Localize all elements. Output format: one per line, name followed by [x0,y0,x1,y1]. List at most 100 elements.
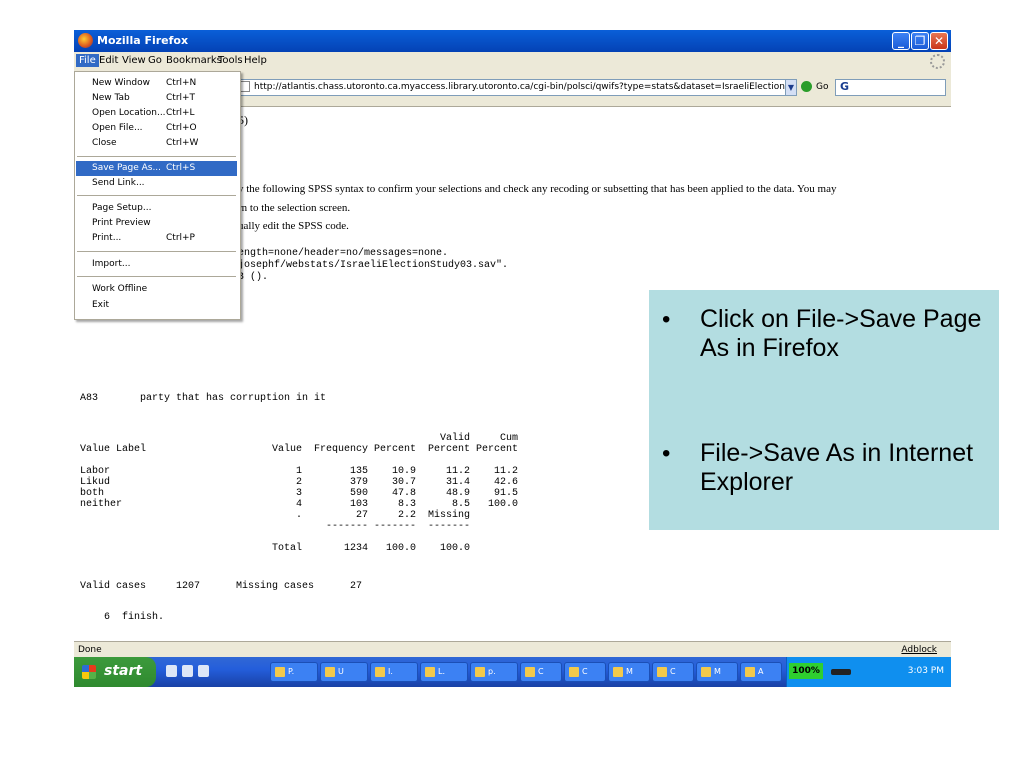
taskbar-button[interactable]: A [740,662,782,682]
menu-item-label: New Window [92,78,150,88]
table-cell: neither [80,499,123,510]
menu-item-page-setup[interactable]: Page Setup... [76,201,237,216]
app-icon [525,666,535,677]
adblock-link[interactable]: Adblock [901,645,937,655]
menu-item-close[interactable]: Close Ctrl+W [76,136,237,151]
taskbar-button[interactable]: I. [370,662,418,682]
taskbar-button-label: U [338,667,344,676]
table-cell: 3 [295,488,302,499]
menu-item-print[interactable]: Print... Ctrl+P [76,231,237,246]
windows-logo-icon [82,665,96,679]
table-row: both 3 590 47.8 48.9 91.5 [80,488,518,499]
table-cell: 100.0 [385,543,416,554]
menu-item-label: Save Page As... [92,163,162,173]
go-button[interactable]: Go [801,79,828,96]
taskbar-button[interactable]: P. [270,662,318,682]
header-row-2: Value Label Value Frequency Percent Perc… [80,444,518,455]
table-row: . 27 2.2 Missing [80,510,518,521]
menu-item-print-preview[interactable]: Print Preview [76,216,237,231]
quicklaunch-media-icon[interactable] [198,665,209,677]
search-input[interactable]: G [835,79,946,96]
url-dropdown-button[interactable]: ▼ [785,79,797,96]
table-cell: 11.2 [493,466,518,477]
menu-item-label: Print Preview [92,218,151,228]
page-icon [240,81,250,92]
menu-item-label: Print... [92,233,122,243]
menu-item-import[interactable]: Import... [76,257,237,272]
instruction-callout: Click on File->Save Page As in Firefox F… [649,290,999,530]
menu-item-exit[interactable]: Exit [76,298,237,313]
minimize-button[interactable]: _ [892,32,910,50]
header-cell: Percent [475,444,518,455]
url-text: http://atlantis.chass.utoronto.ca.myacce… [254,82,795,92]
intro-line-3: ually edit the SPSS code. [238,220,349,232]
maximize-button[interactable]: ❐ [911,32,929,50]
table-cell: 103 [349,499,368,510]
title-bar: Mozilla Firefox _ ❐ ✕ [74,30,951,52]
table-cell: 8.5 [451,499,470,510]
table-cell: ------- [325,521,368,532]
menu-item-open-file[interactable]: Open File... Ctrl+O [76,121,237,136]
syntax-line-2: josephf/webstats/IsraeliElectionStudy03.… [238,260,509,271]
table-cell: 1234 [343,543,368,554]
table-cell [470,543,518,554]
app-icon [375,666,385,677]
header-cell: Value Label [80,444,147,455]
table-cell: . [295,510,302,521]
menu-item-label: Close [92,138,117,148]
taskbar-button[interactable]: C [652,662,694,682]
taskbar-button[interactable]: C [564,662,606,682]
menu-item-new-tab[interactable]: New Tab Ctrl+T [76,91,237,106]
quicklaunch-browser-icon[interactable] [166,665,177,677]
menu-item-work-offline[interactable]: Work Offline [76,282,237,297]
header-cell [302,433,368,444]
frequency-table: Valid Cum Value Label Value Frequency Pe… [80,433,518,554]
header-cell: Frequency [313,444,368,455]
header-cell: Percent [427,444,470,455]
url-bar[interactable]: http://atlantis.chass.utoronto.ca.myacce… [235,79,795,96]
taskbar-button-firefox[interactable]: M [608,662,650,682]
menu-item-send-link[interactable]: Send Link... [76,176,237,191]
table-cell: Labor [80,466,111,477]
menu-item-shortcut: Ctrl+O [166,123,197,133]
taskbar-button[interactable]: M [696,662,738,682]
menu-item-new-window[interactable]: New Window Ctrl+N [76,76,237,91]
menu-item-label: Page Setup... [92,203,152,213]
spacer-row [80,532,518,543]
table-cell: 590 [349,488,368,499]
taskbar-button[interactable]: C [520,662,562,682]
taskbar-button[interactable]: L. [420,662,468,682]
table-cell [470,521,518,532]
file-menu-dropdown: New Window Ctrl+N New Tab Ctrl+T Open Loca… [74,71,241,320]
close-button[interactable]: ✕ [930,32,948,50]
table-cell: both [80,488,105,499]
start-button[interactable]: start [74,657,156,687]
menu-item-label: New Tab [92,93,130,103]
status-bar: Done Adblock [74,641,951,658]
menu-item-save-page-as[interactable]: Save Page As... Ctrl+S [76,161,237,176]
taskbar-button[interactable]: U [320,662,368,682]
battery-indicator[interactable]: 100% [789,663,823,679]
clock: 3:03 PM [907,666,944,676]
status-text: Done [78,645,102,655]
menu-bar: File Edit View Go Bookmarks Tools Help [74,52,951,70]
table-cell [80,521,260,532]
finish-line: 6 finish. [104,612,165,623]
callout-bullet: File->Save As in Internet Explorer [662,439,990,497]
menu-go[interactable]: Go [145,54,165,67]
table-cell: 135 [349,466,368,477]
menu-item-shortcut: Ctrl+L [166,108,195,118]
menu-help[interactable]: Help [241,54,270,67]
go-label: Go [816,82,829,92]
firefox-icon [613,666,623,677]
header-cell: Valid [439,433,470,444]
menu-item-open-location[interactable]: Open Location... Ctrl+L [76,106,237,121]
menu-edit[interactable]: Edit [96,54,121,67]
table-cell: Likud [80,477,111,488]
quicklaunch-document-icon[interactable] [182,665,193,677]
folder-icon [275,666,285,677]
firefox-icon [78,33,93,48]
table-cell: 379 [349,477,368,488]
taskbar-button[interactable]: p. [470,662,518,682]
google-search-icon: G [840,80,850,93]
